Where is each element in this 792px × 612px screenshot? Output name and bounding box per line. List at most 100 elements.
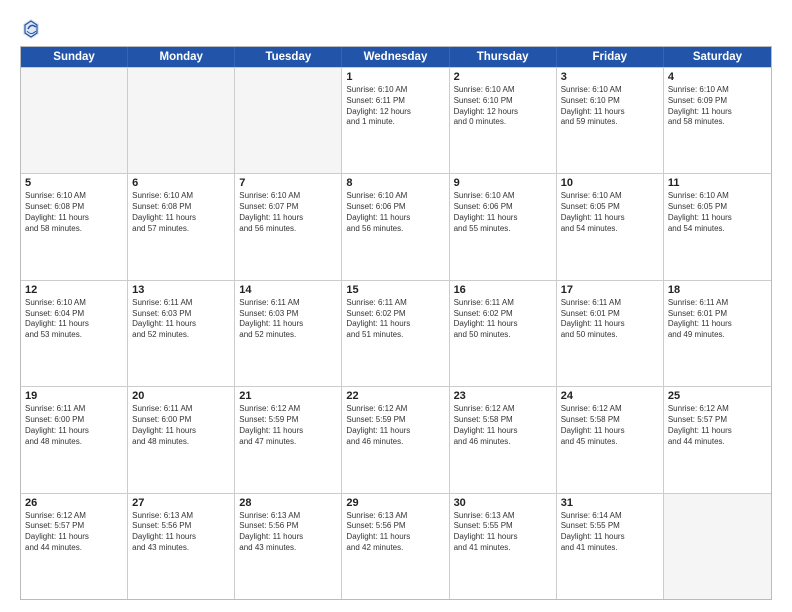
- calendar-header-row: SundayMondayTuesdayWednesdayThursdayFrid…: [21, 47, 771, 67]
- day-number: 27: [132, 497, 230, 509]
- weekday-header-tuesday: Tuesday: [235, 47, 342, 67]
- day-number: 20: [132, 390, 230, 402]
- calendar-cell: 14 Sunrise: 6:11 AM Sunset: 6:03 PM Dayli…: [235, 281, 342, 386]
- day-number: 21: [239, 390, 337, 402]
- day-info: Sunrise: 6:13 AM Sunset: 5:55 PM Dayligh…: [454, 511, 552, 554]
- calendar-cell: 28 Sunrise: 6:13 AM Sunset: 5:56 PM Dayli…: [235, 494, 342, 599]
- calendar-week-2: 5 Sunrise: 6:10 AM Sunset: 6:08 PM Daylig…: [21, 173, 771, 279]
- calendar-cell: 5 Sunrise: 6:10 AM Sunset: 6:08 PM Daylig…: [21, 174, 128, 279]
- calendar-cell: 16Sunrise: 6:11 AM Sunset: 6:02 PM Dayli…: [450, 281, 557, 386]
- calendar-body: 1 Sunrise: 6:10 AM Sunset: 6:11 PM Daylig…: [21, 67, 771, 599]
- day-number: 4: [668, 71, 767, 83]
- calendar-cell: 27 Sunrise: 6:13 AM Sunset: 5:56 PM Dayli…: [128, 494, 235, 599]
- day-info: Sunrise: 6:12 AM Sunset: 5:59 PM Dayligh…: [239, 404, 337, 447]
- day-number: 10: [561, 177, 659, 189]
- weekday-header-friday: Friday: [557, 47, 664, 67]
- day-info: Sunrise: 6:11 AM Sunset: 6:03 PM Dayligh…: [239, 298, 337, 341]
- calendar-week-5: 26 Sunrise: 6:12 AM Sunset: 5:57 PM Dayli…: [21, 493, 771, 599]
- day-number: 31: [561, 497, 659, 509]
- calendar-cell: 9Sunrise: 6:10 AM Sunset: 6:06 PM Daylig…: [450, 174, 557, 279]
- day-info: Sunrise: 6:10 AM Sunset: 6:10 PM Dayligh…: [561, 85, 659, 128]
- day-number: 29: [346, 497, 444, 509]
- calendar-cell: 19Sunrise: 6:11 AM Sunset: 6:00 PM Dayli…: [21, 387, 128, 492]
- calendar-cell: 23 Sunrise: 6:12 AM Sunset: 5:58 PM Dayli…: [450, 387, 557, 492]
- day-number: 25: [668, 390, 767, 402]
- day-info: Sunrise: 6:10 AM Sunset: 6:10 PM Dayligh…: [454, 85, 552, 128]
- day-number: 7: [239, 177, 337, 189]
- day-info: Sunrise: 6:12 AM Sunset: 5:58 PM Dayligh…: [561, 404, 659, 447]
- weekday-header-saturday: Saturday: [664, 47, 771, 67]
- day-info: Sunrise: 6:12 AM Sunset: 5:57 PM Dayligh…: [668, 404, 767, 447]
- day-number: 6: [132, 177, 230, 189]
- day-number: 24: [561, 390, 659, 402]
- calendar: SundayMondayTuesdayWednesdayThursdayFrid…: [20, 46, 772, 600]
- calendar-cell: 2Sunrise: 6:10 AM Sunset: 6:10 PM Daylig…: [450, 68, 557, 173]
- day-number: 30: [454, 497, 552, 509]
- calendar-cell: 11Sunrise: 6:10 AM Sunset: 6:05 PM Dayli…: [664, 174, 771, 279]
- calendar-cell: 18 Sunrise: 6:11 AM Sunset: 6:01 PM Dayli…: [664, 281, 771, 386]
- day-number: 17: [561, 284, 659, 296]
- calendar-cell: [235, 68, 342, 173]
- calendar-cell: 4 Sunrise: 6:10 AM Sunset: 6:09 PM Daylig…: [664, 68, 771, 173]
- calendar-week-3: 12 Sunrise: 6:10 AM Sunset: 6:04 PM Dayli…: [21, 280, 771, 386]
- header: [20, 18, 772, 40]
- day-number: 26: [25, 497, 123, 509]
- day-number: 1: [346, 71, 444, 83]
- calendar-cell: 13 Sunrise: 6:11 AM Sunset: 6:03 PM Dayli…: [128, 281, 235, 386]
- calendar-cell: 26 Sunrise: 6:12 AM Sunset: 5:57 PM Dayli…: [21, 494, 128, 599]
- calendar-cell: 1 Sunrise: 6:10 AM Sunset: 6:11 PM Daylig…: [342, 68, 449, 173]
- day-number: 5: [25, 177, 123, 189]
- calendar-week-4: 19 Sunrise: 6:11 AM Sunset: 6:00 PM Dayli…: [21, 386, 771, 492]
- day-number: 15: [346, 284, 444, 296]
- day-info: Sunrise: 6:10 AM Sunset: 6:04 PM Dayligh…: [25, 298, 123, 341]
- calendar-cell: 25 Sunrise: 6:12 AM Sunset: 5:57 PM Dayli…: [664, 387, 771, 492]
- weekday-header-monday: Monday: [128, 47, 235, 67]
- calendar-cell: 12 Sunrise: 6:10 AM Sunset: 6:04 PM Dayli…: [21, 281, 128, 386]
- weekday-header-sunday: Sunday: [21, 47, 128, 67]
- day-info: Sunrise: 6:10 AM Sunset: 6:08 PM Dayligh…: [132, 191, 230, 234]
- day-info: Sunrise: 6:13 AM Sunset: 5:56 PM Dayligh…: [239, 511, 337, 554]
- day-info: Sunrise: 6:10 AM Sunset: 6:06 PM Dayligh…: [346, 191, 444, 234]
- day-number: 11: [668, 177, 767, 189]
- calendar-cell: 29Sunrise: 6:13 AM Sunset: 5:56 PM Dayli…: [342, 494, 449, 599]
- logo: [20, 18, 44, 40]
- day-number: 8: [346, 177, 444, 189]
- day-info: Sunrise: 6:11 AM Sunset: 6:01 PM Dayligh…: [668, 298, 767, 341]
- calendar-cell: 7Sunrise: 6:10 AM Sunset: 6:07 PM Daylig…: [235, 174, 342, 279]
- day-number: 3: [561, 71, 659, 83]
- day-info: Sunrise: 6:10 AM Sunset: 6:09 PM Dayligh…: [668, 85, 767, 128]
- day-number: 12: [25, 284, 123, 296]
- day-info: Sunrise: 6:14 AM Sunset: 5:55 PM Dayligh…: [561, 511, 659, 554]
- day-number: 13: [132, 284, 230, 296]
- day-number: 19: [25, 390, 123, 402]
- day-number: 16: [454, 284, 552, 296]
- calendar-cell: 24 Sunrise: 6:12 AM Sunset: 5:58 PM Dayli…: [557, 387, 664, 492]
- weekday-header-wednesday: Wednesday: [342, 47, 449, 67]
- calendar-cell: 20 Sunrise: 6:11 AM Sunset: 6:00 PM Dayli…: [128, 387, 235, 492]
- logo-icon: [22, 18, 40, 40]
- day-info: Sunrise: 6:10 AM Sunset: 6:11 PM Dayligh…: [346, 85, 444, 128]
- calendar-cell: 31 Sunrise: 6:14 AM Sunset: 5:55 PM Dayli…: [557, 494, 664, 599]
- calendar-cell: 30 Sunrise: 6:13 AM Sunset: 5:55 PM Dayli…: [450, 494, 557, 599]
- calendar-cell: 17 Sunrise: 6:11 AM Sunset: 6:01 PM Dayli…: [557, 281, 664, 386]
- calendar-cell: [128, 68, 235, 173]
- day-info: Sunrise: 6:11 AM Sunset: 6:01 PM Dayligh…: [561, 298, 659, 341]
- weekday-header-thursday: Thursday: [450, 47, 557, 67]
- calendar-cell: 22Sunrise: 6:12 AM Sunset: 5:59 PM Dayli…: [342, 387, 449, 492]
- calendar-cell: 6 Sunrise: 6:10 AM Sunset: 6:08 PM Daylig…: [128, 174, 235, 279]
- day-number: 23: [454, 390, 552, 402]
- day-number: 28: [239, 497, 337, 509]
- calendar-cell: [664, 494, 771, 599]
- day-info: Sunrise: 6:12 AM Sunset: 5:57 PM Dayligh…: [25, 511, 123, 554]
- day-info: Sunrise: 6:12 AM Sunset: 5:58 PM Dayligh…: [454, 404, 552, 447]
- day-info: Sunrise: 6:11 AM Sunset: 6:00 PM Dayligh…: [132, 404, 230, 447]
- calendar-cell: 10Sunrise: 6:10 AM Sunset: 6:05 PM Dayli…: [557, 174, 664, 279]
- day-info: Sunrise: 6:10 AM Sunset: 6:06 PM Dayligh…: [454, 191, 552, 234]
- day-number: 18: [668, 284, 767, 296]
- calendar-cell: 15Sunrise: 6:11 AM Sunset: 6:02 PM Dayli…: [342, 281, 449, 386]
- day-info: Sunrise: 6:10 AM Sunset: 6:08 PM Dayligh…: [25, 191, 123, 234]
- day-info: Sunrise: 6:11 AM Sunset: 6:03 PM Dayligh…: [132, 298, 230, 341]
- calendar-cell: 8 Sunrise: 6:10 AM Sunset: 6:06 PM Daylig…: [342, 174, 449, 279]
- day-number: 14: [239, 284, 337, 296]
- day-info: Sunrise: 6:13 AM Sunset: 5:56 PM Dayligh…: [132, 511, 230, 554]
